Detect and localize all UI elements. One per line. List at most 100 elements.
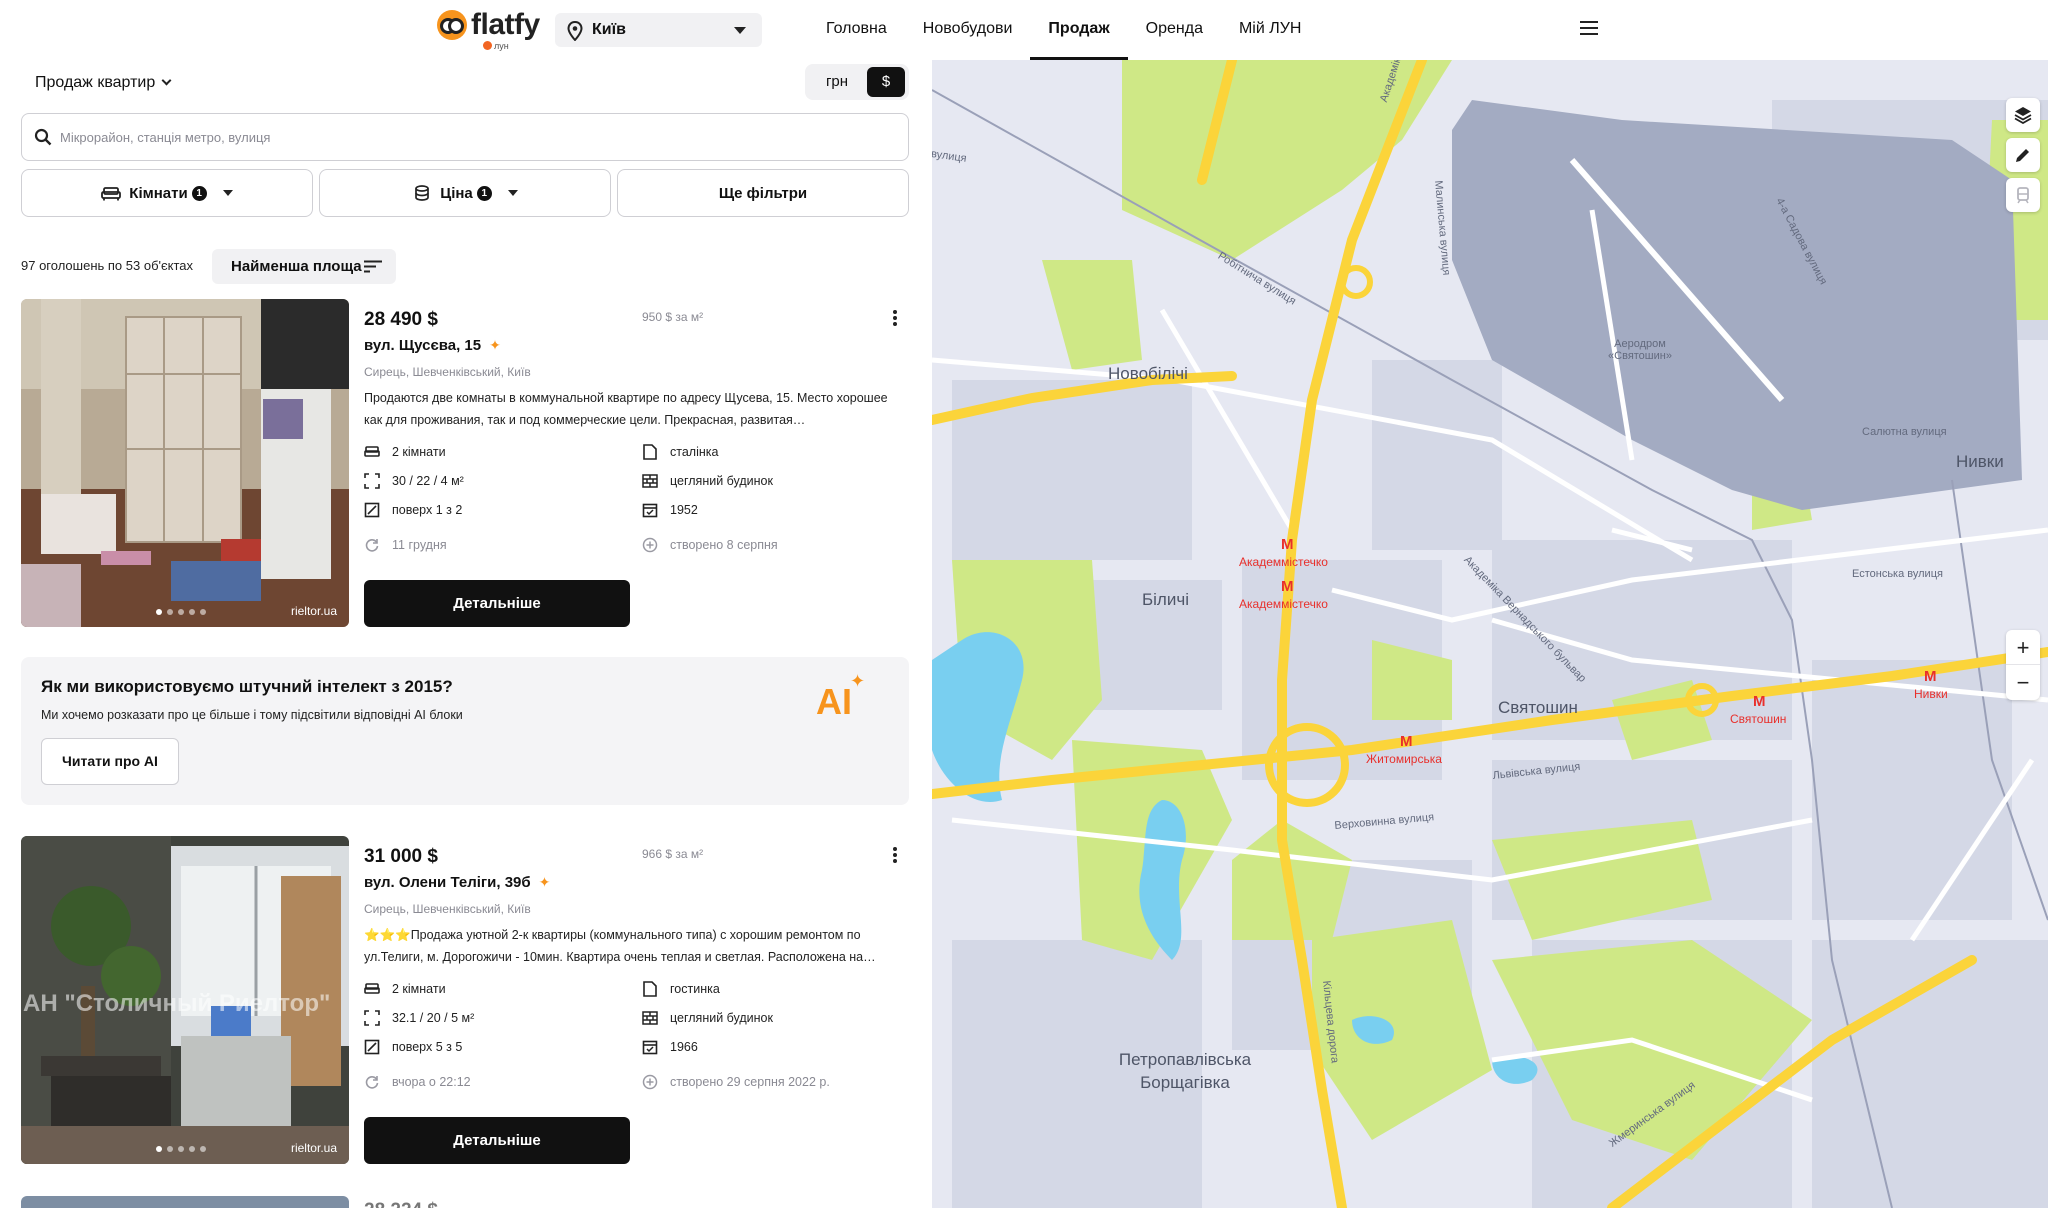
listing-district: Сирець, Шевченківський, Київ (364, 365, 531, 379)
sale-type-dropdown[interactable]: Продаж квартир (35, 74, 172, 92)
feature-rooms: 2 кімнати (364, 444, 446, 460)
map-street-label: Салютна вулиця (1862, 426, 1947, 438)
price-filter[interactable]: Ціна 1 (319, 169, 611, 217)
metro-station-label[interactable]: Житомирська (1366, 752, 1442, 766)
feature-rooms: 2 кімнати (364, 981, 446, 997)
metro-icon: M (1281, 578, 1294, 595)
feature-year: 1952 (642, 502, 698, 518)
city-select[interactable]: Київ (555, 13, 762, 47)
chevron-down-icon (222, 190, 233, 196)
metro-station-label[interactable]: Академмістечко (1239, 597, 1328, 611)
metro-icon: M (1281, 536, 1294, 553)
plus-circle-icon (642, 1074, 658, 1090)
refresh-icon (365, 1076, 379, 1089)
more-options-icon[interactable] (893, 310, 897, 326)
flatfy-logo[interactable]: flatfy лун (437, 8, 540, 52)
sort-label: Найменша площа (231, 258, 362, 275)
calendar-icon (642, 1040, 658, 1055)
metro-station-label[interactable]: Нивки (1914, 687, 1948, 701)
zoom-out-button[interactable]: − (2006, 665, 2040, 700)
feature-floor: поверх 1 з 2 (364, 502, 462, 518)
map-airfield-label: Аеродром «Святошин» (1608, 338, 1672, 362)
feature-floor: поверх 5 з 5 (364, 1039, 462, 1055)
feature-updated: 11 грудня (364, 537, 447, 553)
currency-uah-option[interactable]: грн (809, 67, 865, 97)
refresh-icon (365, 539, 379, 552)
listing-price: 31 000 $ (364, 846, 438, 867)
brick-wall-icon (642, 474, 658, 488)
main-nav: Головна Новобудови Продаж Оренда Мій ЛУН (808, 0, 1319, 60)
location-pin-icon (567, 21, 583, 41)
map-canvas (932, 60, 2048, 1208)
listing-photo[interactable]: rieltor.ua (21, 299, 349, 627)
ai-block-subtitle: Ми хочемо розказати про це більше і тому… (41, 708, 463, 722)
rooms-filter[interactable]: Кімнати 1 (21, 169, 313, 217)
header: flatfy лун Київ Головна Новобудови Прода… (0, 0, 2048, 60)
listing-address[interactable]: вул. Щусєва, 15 ✦ (364, 337, 501, 354)
map-area-label: Новобілічі (1108, 364, 1188, 383)
search-icon (34, 128, 52, 146)
apartment-photo-image (21, 299, 349, 627)
map-view[interactable]: Новобілічі Біличі Святошин Нивки Петропа… (932, 60, 2048, 1208)
sofa-icon (364, 446, 380, 457)
feature-updated: вчора о 22:12 (364, 1074, 471, 1090)
sort-icon (364, 260, 382, 273)
metro-icon: M (1400, 733, 1413, 750)
metro-station-label[interactable]: Святошин (1730, 712, 1786, 726)
nav-rent[interactable]: Оренда (1128, 0, 1221, 60)
metro-station-label[interactable]: Академмістечко (1239, 555, 1328, 569)
calendar-icon (642, 503, 658, 518)
chevron-down-icon (507, 190, 518, 196)
hamburger-menu-icon[interactable] (1580, 21, 1598, 35)
search-box (21, 113, 909, 161)
results-count: 97 оголошень по 53 об'єктах (21, 258, 194, 273)
map-layers-button[interactable] (2006, 98, 2040, 132)
details-button[interactable]: Детальніше (364, 1117, 630, 1164)
document-icon (643, 981, 657, 997)
nav-sale[interactable]: Продаж (1030, 0, 1128, 60)
currency-usd-option[interactable]: $ (867, 67, 905, 97)
nav-home[interactable]: Головна (808, 0, 905, 60)
listing-description: Продаются две комнаты в коммунальной ква… (364, 391, 888, 427)
map-draw-button[interactable] (2006, 138, 2040, 172)
map-area-label: Нивки (1956, 452, 2004, 471)
map-transport-button[interactable] (2006, 178, 2040, 212)
logo-text: flatfy (471, 8, 540, 41)
feature-wall-type: цегляний будинок (642, 473, 773, 489)
brick-wall-icon (642, 1011, 658, 1025)
feature-created: створено 29 серпня 2022 р. (642, 1074, 830, 1090)
listing-price: 28 490 $ (364, 309, 438, 330)
sort-button[interactable]: Найменша площа (212, 249, 396, 284)
floor-icon (364, 1039, 380, 1055)
zoom-in-button[interactable]: + (2006, 630, 2040, 665)
listing-source: rieltor.ua (290, 604, 337, 618)
ai-highlight-icon: ✦ (489, 337, 501, 353)
details-button[interactable]: Детальніше (364, 580, 630, 627)
price-filter-count-badge: 1 (476, 185, 492, 201)
more-filters-button[interactable]: Ще фільтри (617, 169, 909, 217)
next-listing-photo[interactable] (21, 1196, 349, 1208)
photo-carousel-dots[interactable] (156, 609, 206, 615)
listing-description: ⭐⭐⭐Продажа уютной 2-к квартиры (коммунал… (364, 928, 876, 964)
map-area-label: Петропавлівська Борщагівка (1118, 1050, 1252, 1092)
metro-icon: M (1753, 693, 1766, 710)
read-about-ai-button[interactable]: Читати про AI (41, 738, 179, 785)
listing-photo[interactable]: АН "Столичный Риелтор" rieltor.ua (21, 836, 349, 1164)
photo-watermark: АН "Столичный Риелтор" (23, 990, 331, 1017)
listing-card[interactable]: АН "Столичный Риелтор" rieltor.ua 31 000… (21, 836, 911, 1164)
ai-logo-icon: AI ✦ (816, 671, 866, 722)
search-input[interactable] (60, 122, 890, 152)
photo-carousel-dots[interactable] (156, 1146, 206, 1152)
listing-address[interactable]: вул. Олени Теліги, 39б ✦ (364, 874, 550, 891)
feature-building-type: сталінка (642, 444, 718, 460)
nav-my-lun[interactable]: Мій ЛУН (1221, 0, 1319, 60)
sofa-icon (101, 187, 122, 201)
area-expand-icon (364, 473, 380, 489)
nav-new-buildings[interactable]: Новобудови (905, 0, 1031, 60)
document-icon (643, 444, 657, 460)
pencil-icon (2016, 149, 2029, 162)
more-options-icon[interactable] (893, 847, 897, 863)
next-listing-price: 28 224 $ (364, 1200, 438, 1208)
listing-card[interactable]: rieltor.ua 28 490 $ 950 $ за м² вул. Щус… (21, 299, 911, 627)
area-expand-icon (364, 1010, 380, 1026)
